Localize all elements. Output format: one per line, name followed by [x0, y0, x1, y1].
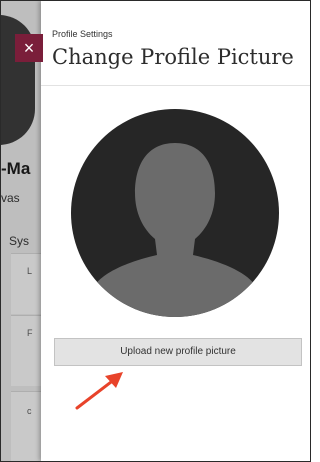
upload-new-profile-picture-button[interactable]: Upload new profile picture: [54, 338, 302, 366]
arrow-up-right-icon: [75, 372, 123, 410]
panel-title: Change Profile Picture: [52, 45, 294, 69]
close-icon: ×: [23, 38, 35, 58]
profile-picture: [71, 109, 279, 317]
default-user-silhouette-icon: [91, 143, 259, 317]
app-frame: -Ma vas Sys L F c × Profile Settings Cha…: [0, 0, 311, 462]
modal-overlay[interactable]: [1, 1, 41, 461]
panel-header: Profile Settings Change Profile Picture: [41, 1, 310, 86]
background-page: -Ma vas Sys L F c: [1, 1, 41, 461]
profile-settings-panel: Profile Settings Change Profile Picture …: [41, 1, 310, 461]
close-button[interactable]: ×: [15, 34, 43, 62]
panel-eyebrow: Profile Settings: [52, 29, 113, 39]
